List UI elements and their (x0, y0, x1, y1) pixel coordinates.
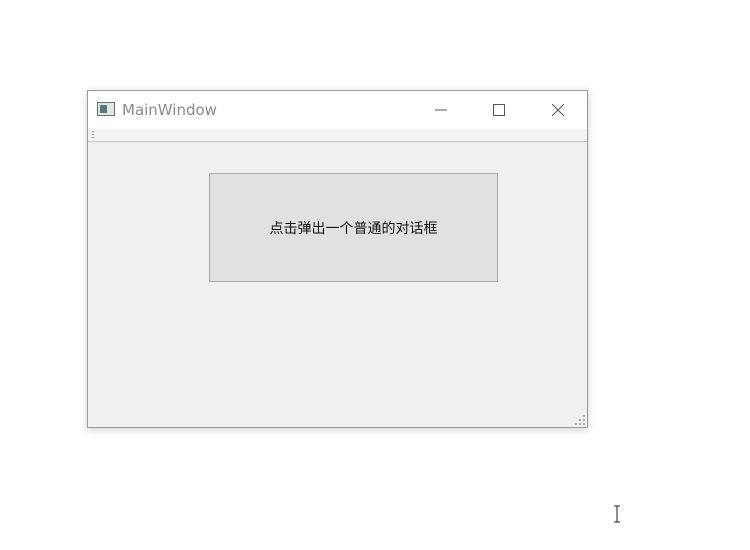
close-button[interactable] (535, 91, 581, 129)
minimize-icon (435, 109, 447, 111)
close-icon (552, 104, 564, 116)
minimize-button[interactable] (418, 91, 464, 129)
maximize-icon (493, 104, 505, 116)
app-window-icon (97, 102, 115, 116)
maximize-button[interactable] (476, 91, 522, 129)
show-dialog-button[interactable]: 点击弹出一个普通的对话框 (209, 173, 498, 282)
title-bar[interactable]: MainWindow (88, 91, 587, 129)
window-title: MainWindow (122, 101, 217, 119)
text-ibeam-cursor-icon (614, 505, 620, 523)
main-window: MainWindow 点击弹出一个普通的对话框 (87, 90, 588, 428)
tool-bar (88, 129, 587, 142)
toolbar-grip-handle[interactable] (92, 131, 94, 138)
size-grip-icon[interactable] (575, 415, 585, 425)
